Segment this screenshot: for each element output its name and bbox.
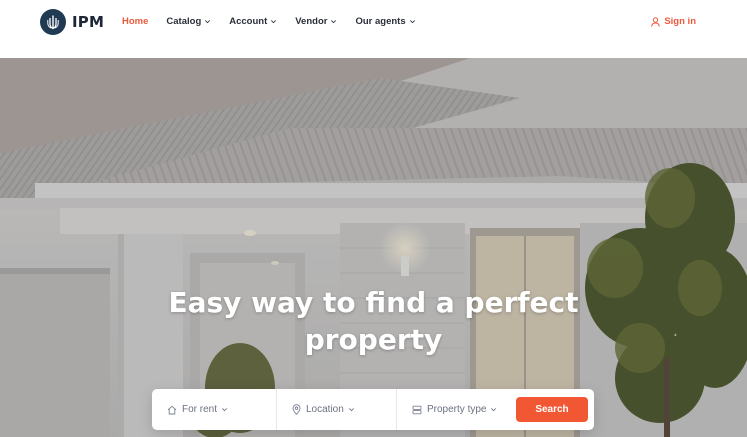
main-nav: Home Catalog Account Vendor Our agents (122, 16, 434, 27)
home-icon (167, 405, 177, 414)
brand-logo[interactable]: IPM (40, 9, 104, 35)
nav-item-label: Home (122, 16, 149, 27)
property-type-select[interactable]: Property type (397, 389, 510, 430)
hero-title: Easy way to find a perfect property (0, 284, 747, 358)
nav-item-label: Account (229, 16, 268, 27)
property-type-value: Property type (427, 404, 487, 415)
rent-type-select[interactable]: For rent (152, 389, 277, 430)
nav-item-catalog[interactable]: Catalog (166, 16, 211, 27)
shield-logo-icon (40, 9, 66, 35)
hero-section: Easy way to find a perfect property (0, 58, 747, 437)
nav-item-label: Vendor (295, 16, 328, 27)
nav-item-home[interactable]: Home (122, 16, 148, 27)
rent-type-value: For rent (182, 404, 218, 415)
nav-item-account[interactable]: Account (229, 16, 277, 27)
chevron-down-icon (331, 20, 337, 24)
brand-name: IPM (72, 13, 105, 31)
nav-item-our-agents[interactable]: Our agents (355, 16, 415, 27)
nav-item-label: Catalog (166, 16, 202, 27)
chevron-down-icon (222, 408, 228, 412)
property-search-bar: For rent Location Property type Search (152, 389, 594, 430)
building-icon (412, 405, 422, 414)
hero-overlay (0, 58, 747, 437)
chevron-down-icon (409, 20, 415, 24)
map-pin-icon (292, 404, 301, 415)
chevron-down-icon (348, 408, 354, 412)
chevron-down-icon (271, 20, 277, 24)
hero-title-line1: Easy way to find a perfect (168, 286, 579, 319)
nav-item-label: Our agents (355, 16, 406, 27)
chevron-down-icon (205, 20, 211, 24)
nav-item-vendor[interactable]: Vendor (295, 16, 337, 27)
hero-title-line2: property (304, 323, 443, 356)
location-select[interactable]: Location (277, 389, 397, 430)
sign-in-link[interactable]: Sign in (651, 16, 696, 27)
sign-in-label: Sign in (664, 16, 696, 27)
user-icon (651, 16, 661, 27)
chevron-down-icon (491, 408, 497, 412)
location-value: Location (306, 404, 344, 415)
site-header: IPM Home Catalog Account Vendor Our agen… (0, 0, 747, 58)
search-button[interactable]: Search (516, 397, 588, 422)
